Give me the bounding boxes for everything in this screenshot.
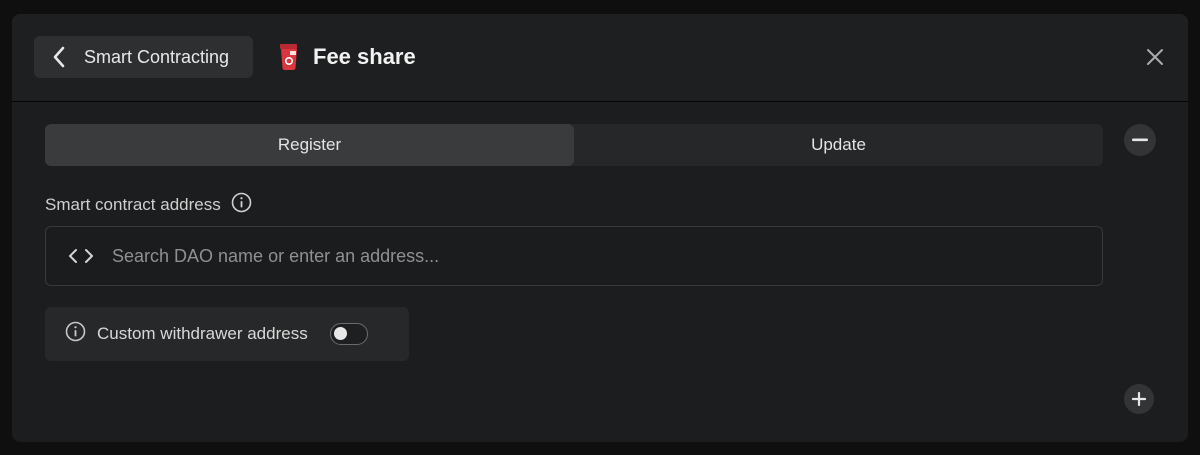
plus-icon	[1132, 392, 1146, 406]
contract-address-field[interactable]	[45, 226, 1103, 286]
contract-address-label: Smart contract address	[45, 195, 221, 214]
custom-withdrawer-toggle[interactable]	[329, 323, 368, 345]
tab-update[interactable]: Update	[574, 124, 1103, 166]
toggle-knob	[333, 327, 347, 340]
fee-share-logo-icon	[278, 43, 300, 71]
custom-withdrawer-row: Custom withdrawer address	[45, 307, 409, 361]
minus-icon	[1132, 138, 1148, 142]
add-button[interactable]	[1124, 384, 1154, 414]
info-icon[interactable]	[65, 321, 86, 347]
panel-header: Smart Contracting Fee share	[12, 14, 1188, 102]
mode-tabs: Register Update	[45, 124, 1103, 166]
page-title: Fee share	[313, 44, 416, 69]
fee-share-panel: Smart Contracting Fee share Register Upd…	[12, 14, 1188, 442]
tab-register[interactable]: Register	[45, 124, 574, 166]
contract-address-label-group: Smart contract address	[45, 192, 252, 218]
code-icon	[68, 247, 94, 265]
custom-withdrawer-label: Custom withdrawer address	[97, 324, 308, 343]
contract-address-input[interactable]	[112, 227, 1102, 285]
close-icon[interactable]	[1146, 48, 1164, 66]
back-button-label: Smart Contracting	[84, 46, 230, 67]
back-button[interactable]: Smart Contracting	[34, 36, 253, 78]
collapse-button[interactable]	[1124, 124, 1156, 156]
info-icon[interactable]	[231, 192, 252, 218]
chevron-left-icon	[50, 46, 68, 68]
page-title-group: Fee share	[278, 42, 416, 72]
